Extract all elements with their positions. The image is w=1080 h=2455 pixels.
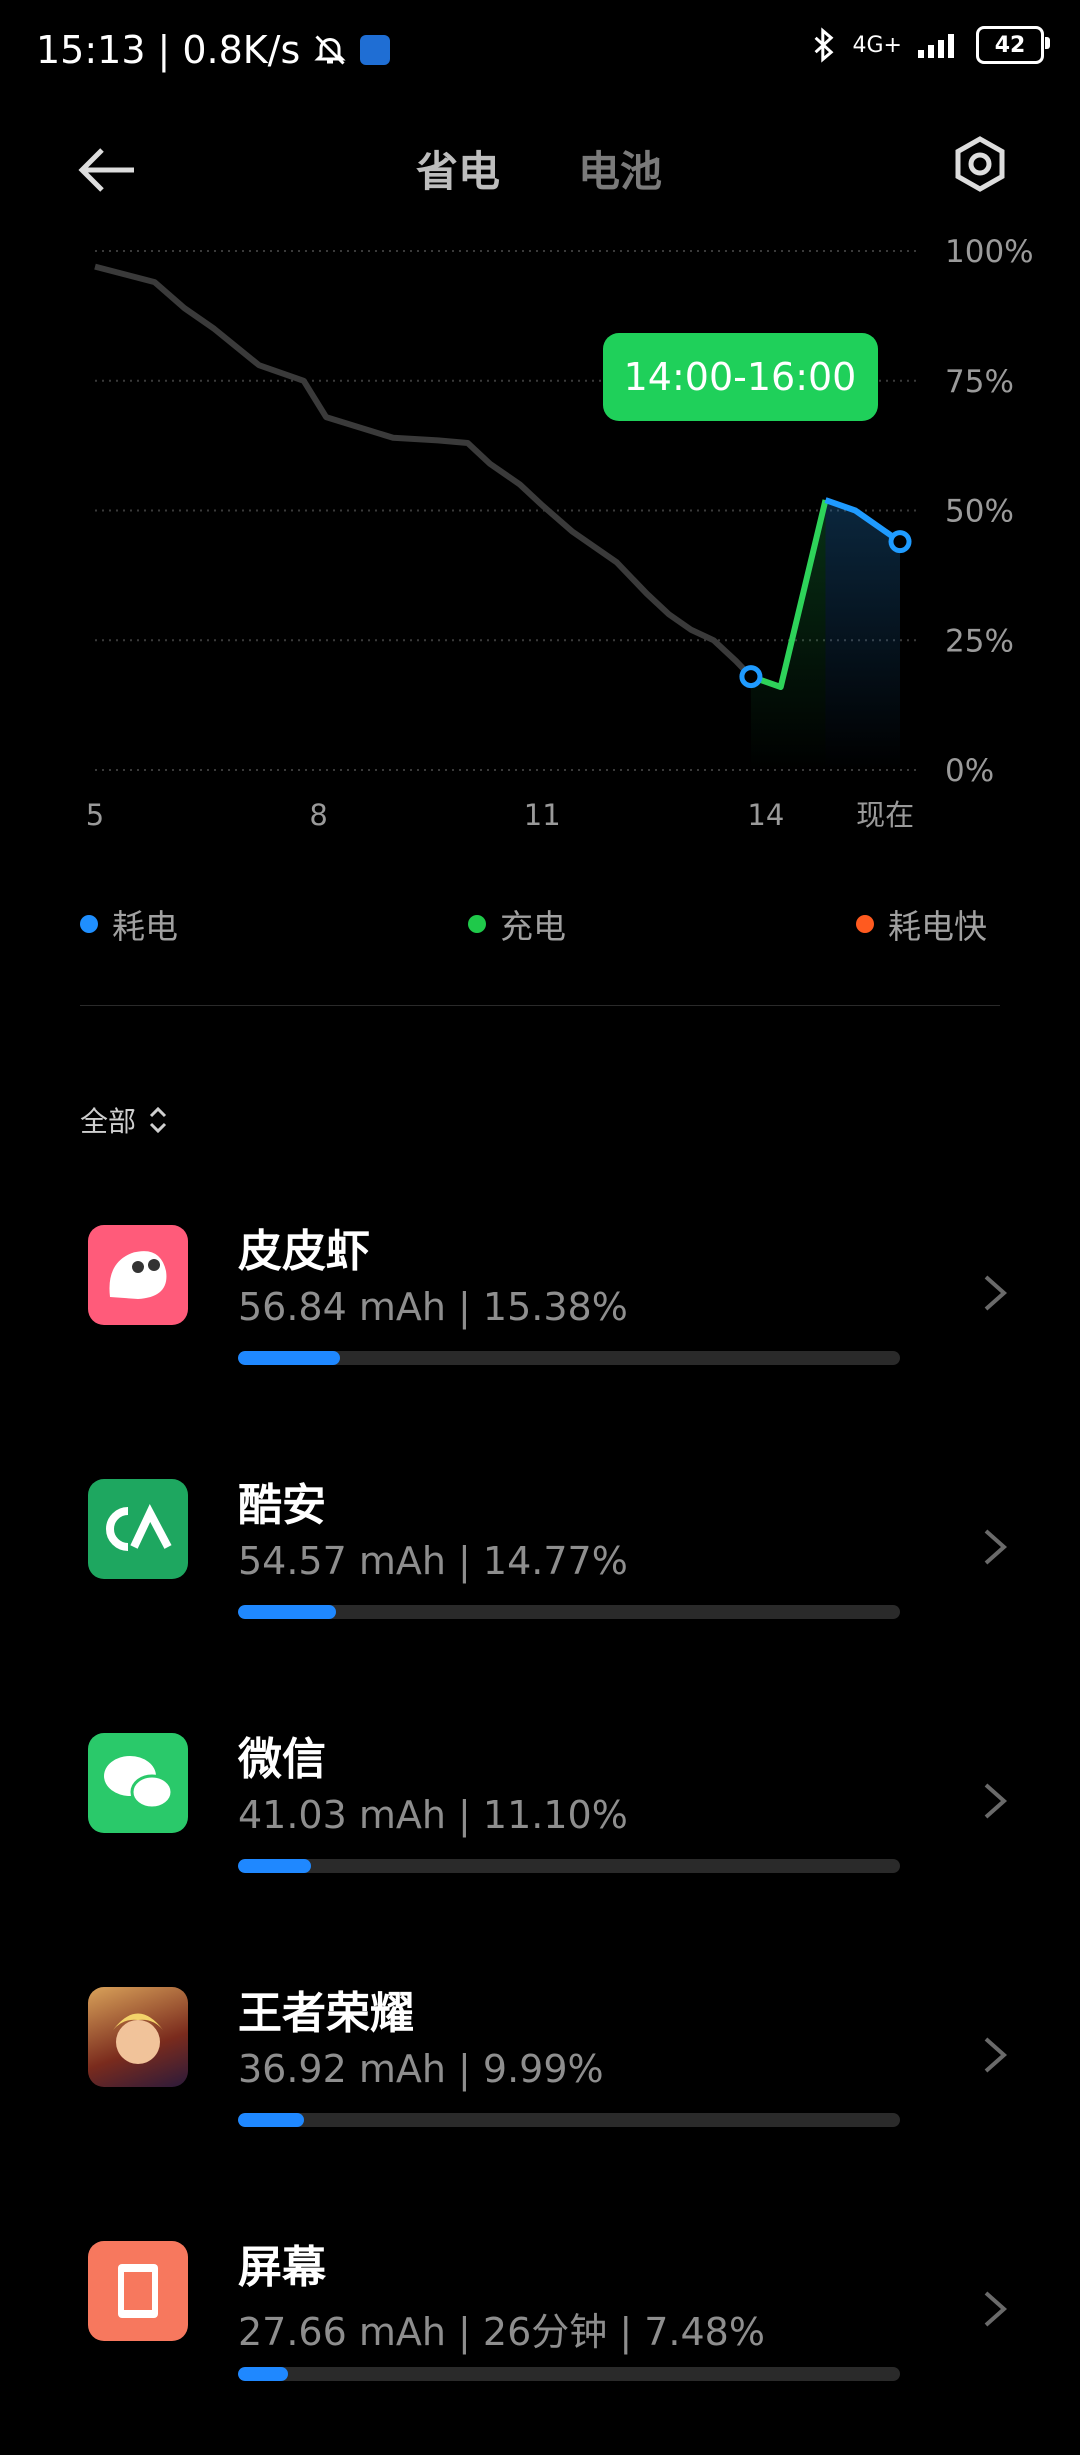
- wechat-icon: [88, 1733, 188, 1833]
- list-item-app[interactable]: 酷安 54.57 mAh | 14.77%: [0, 1439, 1080, 1693]
- x-tick-label: 5: [86, 798, 104, 832]
- usage-bar-track: [238, 1859, 900, 1873]
- legend-label-fast-drain: 耗电快: [888, 907, 987, 946]
- usage-bar-track: [238, 2113, 900, 2127]
- x-tick-label: 8: [309, 798, 327, 832]
- status-left: 15:13 | 0.8K/s: [36, 28, 391, 72]
- pipixia-icon: [88, 1225, 188, 1325]
- y-tick-label: 25%: [945, 623, 1014, 659]
- time-range-tooltip-label: 14:00-16:00: [624, 355, 857, 399]
- app-name: 酷安: [238, 1480, 326, 1531]
- app-usage-stats: 41.03 mAh | 11.10%: [238, 1793, 628, 1837]
- chevron-right-icon: [984, 1529, 1008, 1565]
- status-time: 15:13: [36, 28, 146, 72]
- screen-icon: [88, 2241, 188, 2341]
- chevron-right-icon: [984, 2291, 1008, 2327]
- list-item-app[interactable]: 屏幕 27.66 mAh | 26分钟 | 7.48%: [0, 2201, 1080, 2455]
- status-separator: |: [157, 28, 171, 72]
- tab-battery[interactable]: 电池: [578, 138, 662, 199]
- usage-bar-track: [238, 1605, 900, 1619]
- filter-label: 全部: [80, 1105, 137, 1138]
- app-name: 王者荣耀: [238, 1988, 414, 2039]
- battery-chart: 100% 75% 50% 25% 0% 5 8 11 14 现在 14:00-16:00: [0, 225, 1080, 845]
- list-item-app[interactable]: 皮皮虾 56.84 mAh | 15.38%: [0, 1185, 1080, 1439]
- gear-icon[interactable]: [950, 134, 1010, 194]
- notification-app-icon: [360, 35, 391, 65]
- usage-bar-fill: [238, 1859, 312, 1873]
- battery-icon: 42: [976, 26, 1050, 64]
- list-item-app[interactable]: 王者荣耀 36.92 mAh | 9.99%: [0, 1947, 1080, 2201]
- chevron-right-icon: [984, 1783, 1008, 1819]
- chevron-right-icon: [984, 1275, 1008, 1311]
- series-marker-end: [888, 530, 912, 554]
- y-tick-label: 0%: [945, 753, 994, 789]
- legend-item-fast-drain: 耗电快: [856, 900, 987, 948]
- bluetooth-icon: [814, 27, 833, 63]
- status-right: 4G+ 42: [809, 26, 1050, 64]
- bell-off-icon: [314, 35, 346, 65]
- app-name: 微信: [238, 1734, 326, 1785]
- app-name: 皮皮虾: [238, 1226, 370, 1277]
- usage-bar-track: [238, 2367, 900, 2381]
- legend-item-charge: 充电: [468, 900, 566, 948]
- series-marker-start: [739, 665, 763, 689]
- legend-label-drain: 耗电: [112, 907, 178, 946]
- y-tick-label: 50%: [945, 494, 1014, 530]
- legend-dot-drain: [80, 915, 98, 933]
- legend-item-drain: 耗电: [80, 900, 178, 948]
- usage-bar-fill: [238, 2367, 288, 2381]
- honor-of-kings-icon: [88, 1987, 188, 2087]
- signal-icon: [918, 34, 954, 58]
- legend-label-charge: 充电: [500, 907, 566, 946]
- filter-dropdown[interactable]: 全部: [80, 1100, 170, 1140]
- x-tick-label: 11: [524, 798, 561, 832]
- header: 省电 电池: [0, 110, 1080, 220]
- network-type: 4G+: [852, 32, 902, 58]
- series-line-drain-history: [94, 263, 754, 679]
- legend-dot-fast-drain: [856, 915, 874, 933]
- legend-dot-charge: [468, 915, 486, 933]
- app-name: 屏幕: [238, 2242, 326, 2293]
- chevron-right-icon: [984, 2037, 1008, 2073]
- app-usage-stats: 27.66 mAh | 26分钟 | 7.48%: [238, 2310, 765, 2354]
- coolapk-icon: [88, 1479, 188, 1579]
- tab-power-saving[interactable]: 省电: [416, 138, 500, 199]
- app-usage-stats: 54.57 mAh | 14.77%: [238, 1539, 628, 1583]
- x-tick-label: 现在: [856, 798, 914, 832]
- usage-bar-fill: [238, 1351, 340, 1365]
- sort-toggle-icon: [149, 1106, 167, 1134]
- y-tick-label: 75%: [945, 364, 1014, 400]
- app-usage-list: 皮皮虾 56.84 mAh | 15.38% 酷安 54.57 mAh | 14…: [0, 1185, 1080, 2455]
- status-net-speed: 0.8K/s: [182, 28, 301, 72]
- divider: [80, 1005, 1000, 1006]
- usage-bar-track: [238, 1351, 900, 1365]
- app-usage-stats: 56.84 mAh | 15.38%: [238, 1285, 628, 1329]
- list-item-app[interactable]: 微信 41.03 mAh | 11.10%: [0, 1693, 1080, 1947]
- battery-level: 42: [994, 32, 1026, 58]
- x-tick-label: 14: [747, 798, 784, 832]
- usage-bar-fill: [238, 1605, 336, 1619]
- app-usage-stats: 36.92 mAh | 9.99%: [238, 2047, 604, 2091]
- status-bar: 15:13 | 0.8K/s 4G+ 42: [0, 0, 1080, 110]
- usage-bar-fill: [238, 2113, 305, 2127]
- y-tick-label: 100%: [945, 234, 1034, 270]
- back-arrow-icon[interactable]: [72, 140, 142, 200]
- battery-chart-svg: 100% 75% 50% 25% 0% 5 8 11 14 现在 14:00-16:00: [86, 234, 1034, 832]
